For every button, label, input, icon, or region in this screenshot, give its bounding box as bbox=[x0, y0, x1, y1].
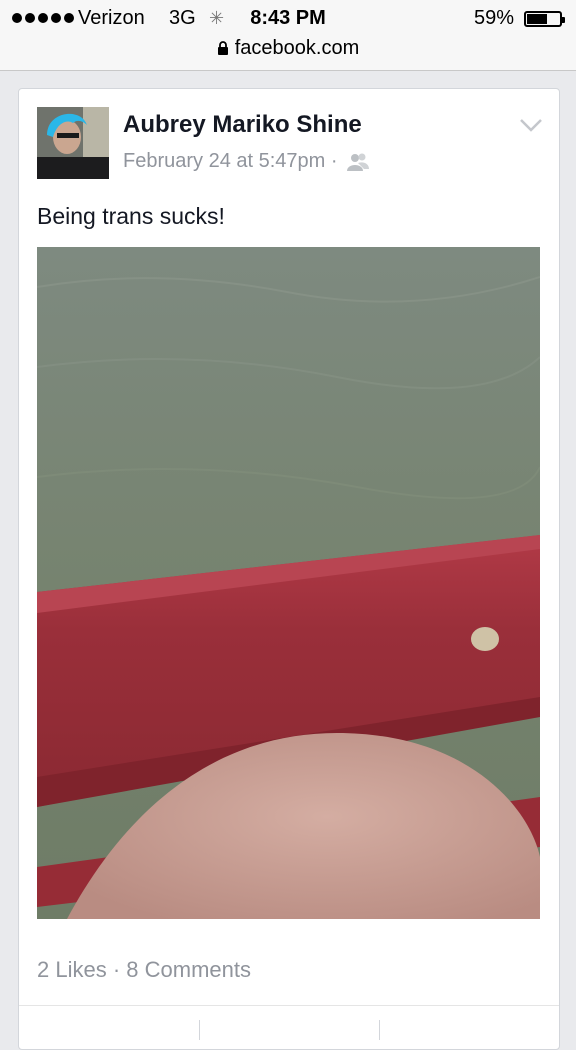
post-timestamp[interactable]: February 24 at 5:47pm · bbox=[123, 150, 370, 173]
comments-count[interactable]: 8 Comments bbox=[126, 957, 251, 982]
url-text: facebook.com bbox=[234, 37, 360, 59]
friends-icon bbox=[346, 153, 369, 171]
battery-percentage: 59% bbox=[473, 7, 514, 29]
timestamp-text: February 24 at 5:47pm · bbox=[123, 150, 338, 172]
divider bbox=[199, 1020, 200, 1040]
status-bar: Verizon 3G ✳ 8:43 PM 59% facebook.com bbox=[0, 0, 576, 71]
author-name[interactable]: Aubrey Mariko Shine bbox=[123, 111, 362, 139]
battery-icon bbox=[524, 11, 565, 27]
address-bar[interactable]: facebook.com bbox=[0, 37, 576, 60]
chevron-down-icon[interactable] bbox=[519, 117, 543, 133]
divider bbox=[379, 1020, 380, 1040]
lock-icon bbox=[217, 41, 228, 55]
post-photo[interactable] bbox=[37, 247, 540, 919]
likes-count[interactable]: 2 Likes bbox=[37, 957, 107, 982]
post-text: Being trans sucks! bbox=[37, 203, 225, 229]
post-stats[interactable]: 2 Likes · 8 Comments bbox=[37, 957, 251, 983]
action-bar bbox=[19, 1005, 559, 1050]
post-card: Aubrey Mariko Shine February 24 at 5:47p… bbox=[18, 88, 560, 1050]
avatar[interactable] bbox=[37, 107, 109, 179]
stats-separator: · bbox=[112, 957, 121, 982]
